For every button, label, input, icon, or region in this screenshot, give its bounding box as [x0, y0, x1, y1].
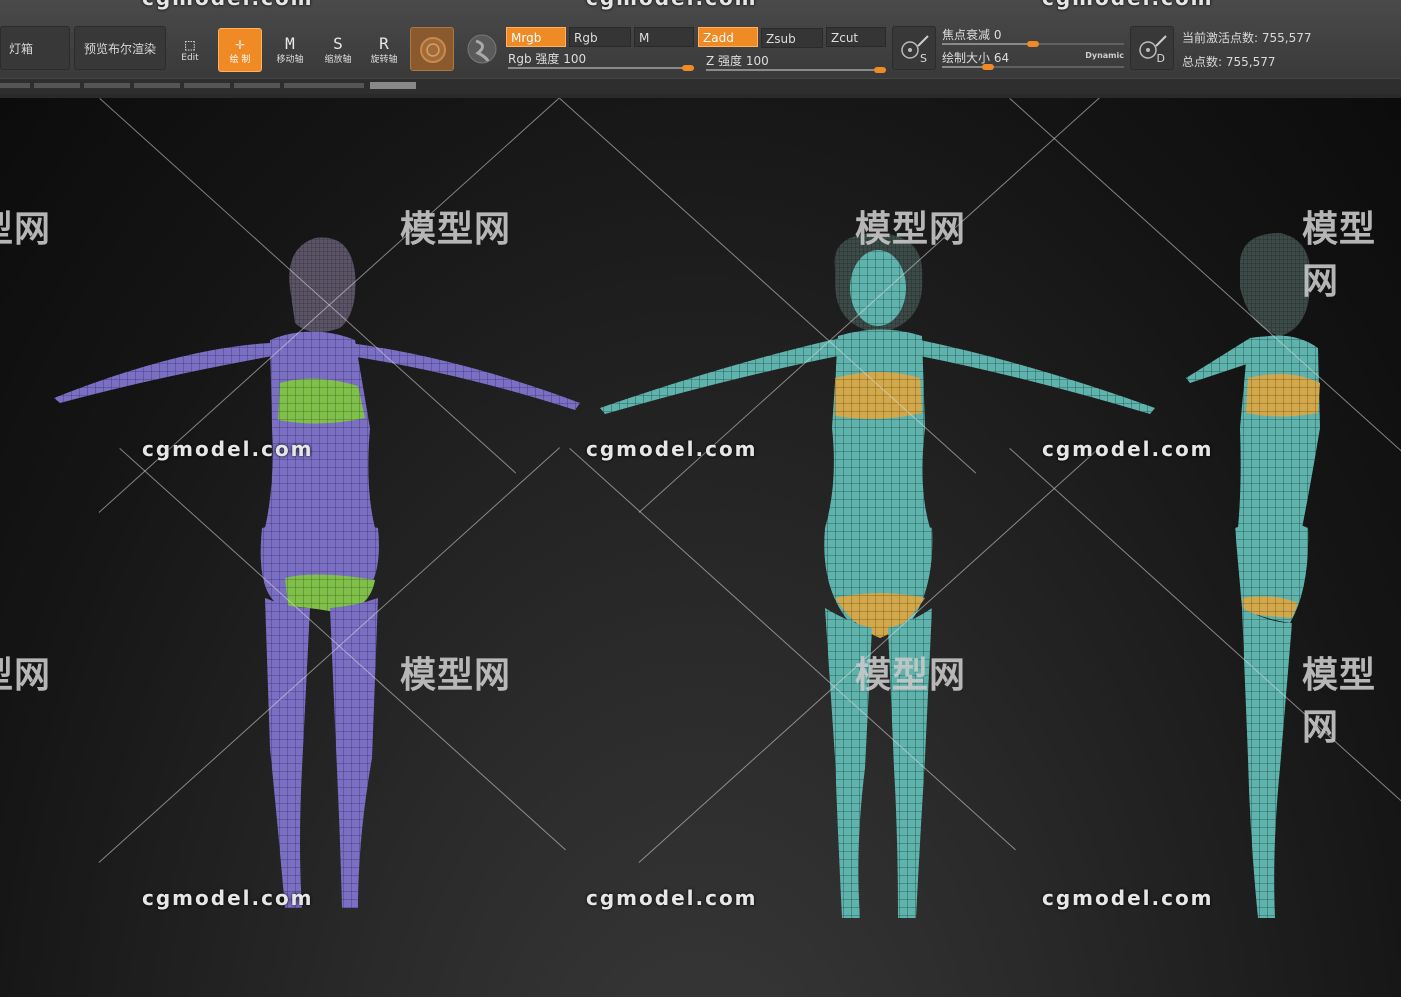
dynamic-icon-letter: D	[1156, 52, 1165, 65]
draw-icon: ✛	[235, 33, 245, 53]
bpr-preview-button[interactable]: 预览布尔渲染	[74, 26, 166, 70]
brush-dots-icon	[1139, 35, 1167, 59]
dynamic-toggle[interactable]: Dynamic	[1085, 51, 1124, 60]
watermark-site: cgmodel.com	[1042, 437, 1214, 461]
draw-tool-button[interactable]: ✛ 绘 制	[218, 28, 262, 72]
watermark-site: cgmodel.com	[586, 886, 758, 910]
watermark-site: cgmodel.com	[1042, 886, 1214, 910]
scale-icon: S	[333, 33, 343, 53]
mode-rgb[interactable]: Rgb	[569, 27, 631, 47]
mode-zcut[interactable]: Zcut	[826, 27, 886, 47]
move-tool-button[interactable]: M 移动轴	[268, 28, 312, 72]
rgb-intensity-knob[interactable]	[682, 65, 694, 71]
material-sphere-icon	[420, 37, 446, 63]
edit-icon: ⬚	[185, 35, 195, 54]
draw-label: 绘 制	[229, 54, 251, 65]
watermark-site: cgmodel.com	[142, 886, 314, 910]
rgb-intensity-slider[interactable]: Rgb 强度 100	[508, 50, 694, 72]
watermark-site: cgmodel.com	[1042, 0, 1214, 10]
active-points-readout: 当前激活点数: 755,577	[1182, 31, 1312, 45]
mode-zadd[interactable]: Zadd	[698, 27, 758, 47]
material-swatch-button[interactable]	[410, 27, 454, 71]
bpr-label: 预览布尔渲染	[83, 41, 156, 56]
matcap-button[interactable]	[460, 27, 504, 71]
mode-mrgb[interactable]: Mrgb	[506, 27, 566, 47]
focal-shift-knob[interactable]	[1027, 41, 1039, 47]
total-points-readout: 总点数: 755,577	[1182, 55, 1276, 69]
watermark-brand: 模型网	[1302, 209, 1377, 302]
move-label: 移动轴	[276, 54, 304, 65]
watermark-brand: 模型网	[400, 655, 512, 696]
scale-label: 缩放轴	[324, 54, 352, 65]
rotate-tool-button[interactable]: R 旋转轴	[362, 28, 406, 72]
rgb-intensity-label: Rgb 强度 100	[508, 52, 587, 66]
draw-size-slider[interactable]: 绘制大小 64 Dynamic	[942, 49, 1124, 71]
stroke-button[interactable]: S	[892, 26, 936, 70]
focal-shift-slider[interactable]: 焦点衰减 0	[942, 26, 1124, 48]
watermark-brand: 模型网	[855, 209, 967, 250]
z-intensity-knob[interactable]	[874, 67, 886, 73]
lightbox-label: 灯箱	[9, 41, 34, 56]
3d-viewport-canvas[interactable]: 模型网 模型网 模型网 模型网 模型网 模型网 模型网 模型网 cgmodel.…	[0, 98, 1401, 997]
watermark-brand: 模型网	[1302, 655, 1377, 748]
mode-m[interactable]: M	[634, 27, 694, 47]
draw-size-knob[interactable]	[982, 64, 994, 70]
scale-tool-button[interactable]: S 缩放轴	[316, 28, 360, 72]
watermark-site: cgmodel.com	[142, 0, 314, 10]
watermark-site: cgmodel.com	[142, 437, 314, 461]
watermark-brand: 模型网	[400, 209, 512, 250]
stroke-dots-icon	[901, 35, 929, 59]
lightbox-button[interactable]: 灯箱	[0, 26, 70, 70]
draw-size-label: 绘制大小 64	[942, 51, 1010, 65]
watermark-site: cgmodel.com	[586, 437, 758, 461]
z-intensity-label: Z 强度 100	[706, 54, 769, 68]
watermark-brand: 模型网	[0, 209, 52, 250]
sub-toolbar-strip	[0, 78, 1401, 95]
stroke-icon-letter: S	[920, 52, 927, 65]
focal-shift-label: 焦点衰减 0	[942, 28, 1002, 42]
watermark-site: cgmodel.com	[586, 0, 758, 10]
rotate-label: 旋转轴	[370, 54, 398, 65]
mode-zsub[interactable]: Zsub	[761, 28, 823, 48]
model-side-view	[1186, 233, 1320, 918]
dynamic-brush-button[interactable]: D	[1130, 26, 1174, 70]
rotate-icon: R	[379, 33, 389, 53]
edit-tool-button[interactable]: ⬚ Edit	[168, 28, 212, 72]
watermark-brand: 模型网	[0, 655, 52, 696]
z-intensity-slider[interactable]: Z 强度 100	[706, 52, 886, 74]
watermark-brand: 模型网	[855, 655, 967, 696]
matcap-sphere-icon	[467, 34, 497, 64]
move-icon: M	[285, 33, 295, 53]
model-front-view	[600, 233, 1155, 918]
edit-label: Edit	[181, 53, 199, 63]
